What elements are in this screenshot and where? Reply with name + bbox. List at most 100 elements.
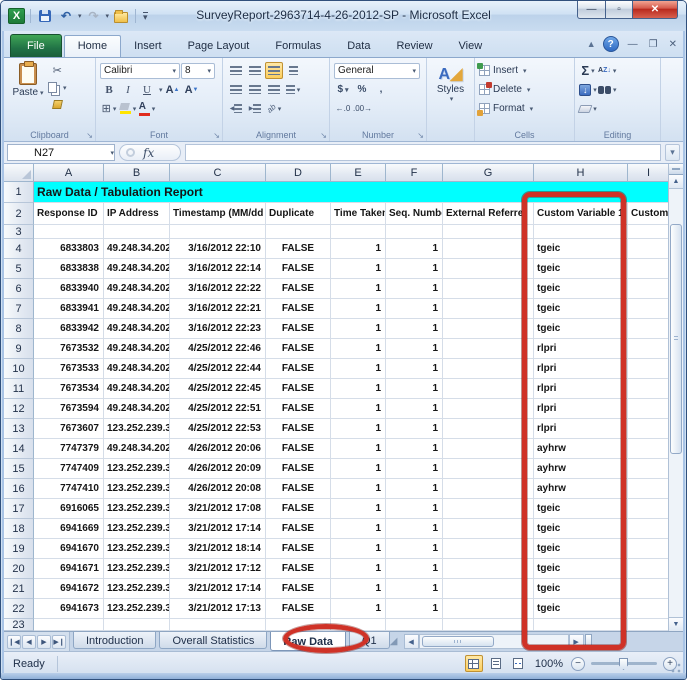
header-cell[interactable]: Timestamp (MM/dd — [170, 203, 266, 225]
cell[interactable]: 4/25/2012 22:46 — [170, 339, 266, 359]
borders-button[interactable]: ⊞▾ — [100, 100, 118, 117]
header-cell[interactable]: External Referrer — [443, 203, 534, 225]
cell[interactable] — [443, 599, 534, 619]
cell[interactable]: 49.248.34.202 — [104, 279, 170, 299]
percent-button[interactable]: % — [353, 81, 371, 98]
cell[interactable]: rlpri — [534, 359, 628, 379]
orientation-button[interactable]: ab▾ — [265, 100, 283, 117]
restore-button[interactable]: ▫ — [606, 1, 633, 19]
cell[interactable]: FALSE — [266, 559, 331, 579]
cell[interactable]: FALSE — [266, 319, 331, 339]
row-header-14[interactable]: 14 — [4, 439, 34, 459]
cell[interactable]: 7673534 — [34, 379, 104, 399]
cell[interactable]: 1 — [386, 419, 443, 439]
cell[interactable]: 1 — [331, 459, 386, 479]
previous-sheet-button[interactable]: ◀ — [22, 635, 36, 649]
styles-button[interactable]: A◢ Styles ▾ — [437, 61, 464, 103]
first-sheet-button[interactable]: ❙◀ — [7, 635, 21, 649]
cell[interactable]: tgeic — [534, 259, 628, 279]
cell[interactable] — [628, 259, 670, 279]
column-header-A[interactable]: A — [34, 164, 104, 182]
cell[interactable]: FALSE — [266, 579, 331, 599]
column-header-D[interactable]: D — [266, 164, 331, 182]
redo-button[interactable]: ↷ — [85, 8, 103, 25]
cell[interactable] — [443, 559, 534, 579]
cell[interactable]: 1 — [331, 379, 386, 399]
cell[interactable]: tgeic — [534, 559, 628, 579]
delete-cells-button[interactable]: Delete▾ — [479, 80, 570, 99]
cell[interactable]: 1 — [331, 319, 386, 339]
cell[interactable]: 49.248.34.202 — [104, 319, 170, 339]
cell[interactable]: 4/25/2012 22:45 — [170, 379, 266, 399]
cell[interactable] — [266, 619, 331, 631]
next-sheet-button[interactable]: ▶ — [37, 635, 51, 649]
last-sheet-button[interactable]: ▶❙ — [52, 635, 66, 649]
excel-logo-icon[interactable]: X — [8, 8, 25, 24]
cell[interactable]: ayhrw — [534, 439, 628, 459]
open-button[interactable] — [112, 8, 130, 25]
cell[interactable]: 123.252.239.3 — [104, 419, 170, 439]
expand-formula-bar-icon[interactable]: ▾ — [665, 144, 680, 161]
cell[interactable] — [386, 619, 443, 631]
cell[interactable]: tgeic — [534, 579, 628, 599]
vertical-scroll-thumb[interactable] — [670, 224, 682, 454]
cell[interactable]: 6941671 — [34, 559, 104, 579]
zoom-level[interactable]: 100% — [535, 658, 563, 670]
italic-button[interactable]: I — [119, 81, 137, 98]
row-header-1[interactable]: 1 — [4, 182, 34, 203]
cell[interactable] — [443, 259, 534, 279]
cell[interactable]: 6941673 — [34, 599, 104, 619]
cell[interactable] — [628, 459, 670, 479]
cell[interactable]: 1 — [331, 259, 386, 279]
cell[interactable]: 4/25/2012 22:53 — [170, 419, 266, 439]
cell[interactable] — [628, 399, 670, 419]
cell[interactable] — [628, 239, 670, 259]
sheet-tab-overall-statistics[interactable]: Overall Statistics — [159, 632, 267, 649]
cell[interactable] — [443, 299, 534, 319]
tab-review[interactable]: Review — [383, 36, 445, 57]
fill-color-button[interactable]: ▾ — [119, 100, 137, 117]
save-button[interactable] — [36, 8, 54, 25]
cell[interactable]: 1 — [386, 279, 443, 299]
cell[interactable] — [386, 225, 443, 239]
header-cell[interactable]: Custom Variable 2 — [628, 203, 670, 225]
merge-center-button[interactable]: ▾ — [284, 81, 302, 98]
cell[interactable]: 1 — [331, 399, 386, 419]
grow-font-button[interactable]: A▲ — [164, 81, 182, 98]
cell[interactable]: rlpri — [534, 419, 628, 439]
cell[interactable]: 1 — [331, 539, 386, 559]
middle-align-button[interactable] — [246, 62, 264, 79]
sort-filter-button[interactable]: AZ↓▾ — [598, 62, 616, 79]
cell[interactable]: 3/21/2012 18:14 — [170, 539, 266, 559]
cell[interactable]: 3/21/2012 17:08 — [170, 499, 266, 519]
cell[interactable]: FALSE — [266, 519, 331, 539]
cell[interactable]: FALSE — [266, 259, 331, 279]
cell[interactable]: FALSE — [266, 399, 331, 419]
cell[interactable] — [266, 225, 331, 239]
workbook-close-button[interactable]: ✕ — [667, 39, 679, 50]
column-header-H[interactable]: H — [534, 164, 628, 182]
close-button[interactable]: ✕ — [633, 1, 678, 19]
cell[interactable]: 1 — [331, 419, 386, 439]
autosum-button[interactable]: Σ▾ — [579, 62, 597, 79]
scroll-left-arrow[interactable]: ◀ — [404, 634, 419, 649]
column-header-G[interactable]: G — [443, 164, 534, 182]
vertical-split-handle[interactable] — [669, 164, 683, 175]
row-header-6[interactable]: 6 — [4, 279, 34, 299]
cell[interactable]: 1 — [331, 339, 386, 359]
cell[interactable]: 1 — [331, 299, 386, 319]
cell[interactable]: 3/21/2012 17:14 — [170, 579, 266, 599]
cell[interactable]: FALSE — [266, 359, 331, 379]
cell[interactable]: 3/16/2012 22:21 — [170, 299, 266, 319]
cell[interactable]: 7673594 — [34, 399, 104, 419]
currency-button[interactable]: $▾ — [334, 81, 352, 98]
cell[interactable]: 1 — [386, 359, 443, 379]
scroll-right-arrow[interactable]: ▶ — [569, 634, 584, 649]
header-cell[interactable]: Response ID — [34, 203, 104, 225]
row-header-17[interactable]: 17 — [4, 499, 34, 519]
row-header-8[interactable]: 8 — [4, 319, 34, 339]
cell[interactable] — [443, 359, 534, 379]
cell[interactable]: 1 — [331, 579, 386, 599]
paste-button[interactable]: Paste▾ — [8, 61, 48, 127]
cell[interactable] — [443, 579, 534, 599]
